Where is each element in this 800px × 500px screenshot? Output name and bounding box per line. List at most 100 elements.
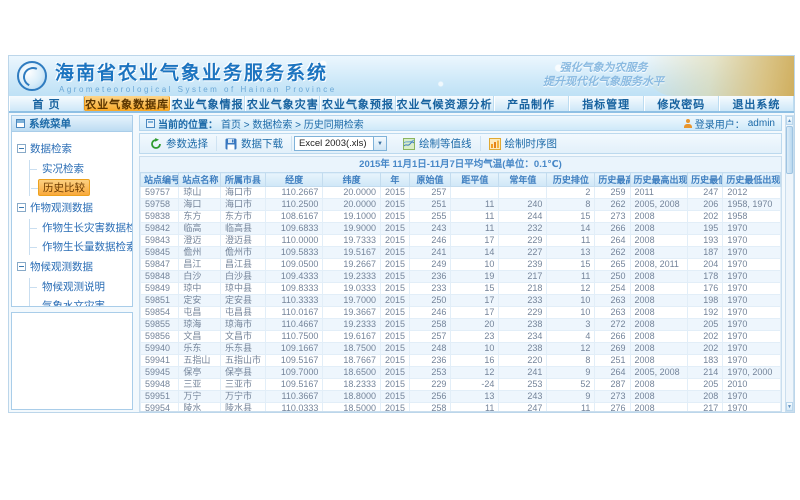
table-row[interactable]: 59838东方东方市108.616719.1000201525511244152… xyxy=(141,211,781,223)
draw-timeseries-button[interactable]: 绘制时序图 xyxy=(481,136,566,151)
column-header[interactable]: 经度 xyxy=(265,173,323,187)
table-cell: 2011 xyxy=(630,187,688,199)
sidebar-group-2[interactable]: 作物观测数据 xyxy=(17,198,129,217)
table-row[interactable]: 59951万宁万宁市110.366718.8000201525613243927… xyxy=(141,391,781,403)
table-cell: 昌江县 xyxy=(220,259,265,271)
table-row[interactable]: 59940乐东乐东县109.166718.7500201524810238122… xyxy=(141,343,781,355)
sidebar-item[interactable]: 作物生长量数据检索 xyxy=(38,238,133,255)
table-cell: 定安县 xyxy=(220,295,265,307)
table-cell: 59854 xyxy=(141,307,179,319)
sidebar-item[interactable]: 作物生长灾害数据检索 xyxy=(38,219,133,236)
column-header[interactable]: 历史最高 xyxy=(595,173,630,187)
nav-item-8[interactable]: 指标管理 xyxy=(569,96,644,111)
table-cell: 263 xyxy=(595,295,630,307)
table-cell: 琼山 xyxy=(179,187,221,199)
table-row[interactable]: 59948三亚三亚市109.516718.23332015229-2425352… xyxy=(141,379,781,391)
table-row[interactable]: 59854屯昌屯昌县110.016719.3667201524617229102… xyxy=(141,307,781,319)
sidebar-item[interactable]: 历史比较 xyxy=(38,179,90,196)
table-row[interactable]: 59941五指山五指山市109.516718.76672015236162208… xyxy=(141,355,781,367)
nav-item-10[interactable]: 退出系统 xyxy=(719,96,794,111)
data-download-button[interactable]: 数据下载 xyxy=(217,136,292,151)
location-icon xyxy=(146,119,155,128)
sidebar-group-1[interactable]: 数据检索 xyxy=(17,139,129,158)
table-cell: 59855 xyxy=(141,319,179,331)
table-cell: 59941 xyxy=(141,355,179,367)
sidebar-item[interactable]: 实况检索 xyxy=(38,160,88,177)
column-header[interactable]: 站点名称 xyxy=(179,173,221,187)
table-cell: 保亭县 xyxy=(220,367,265,379)
table-cell: 287 xyxy=(595,379,630,391)
table-cell: 儋州市 xyxy=(220,247,265,259)
column-header[interactable]: 所属市县 xyxy=(220,173,265,187)
column-header[interactable]: 站点编号 xyxy=(141,173,179,187)
table-cell: 59856 xyxy=(141,331,179,343)
table-cell: 1970 xyxy=(723,247,781,259)
table-row[interactable]: 59842临高临高县109.683319.9000201524311232142… xyxy=(141,223,781,235)
scroll-down-icon[interactable]: ▼ xyxy=(786,402,793,411)
column-header[interactable]: 历史最低 xyxy=(688,173,723,187)
breadcrumb-path[interactable]: 首页 > 数据检索 > 历史同期检索 xyxy=(221,116,364,131)
format-select[interactable]: Excel 2003(.xls) ▼ xyxy=(294,136,387,151)
table-row[interactable]: 59843澄迈澄迈县110.000019.7333201524617229112… xyxy=(141,235,781,247)
user-icon xyxy=(684,119,692,128)
table-row[interactable]: 59849琼中琼中县109.833319.0333201523315218122… xyxy=(141,283,781,295)
nav-item-5[interactable]: 农业气象预报 xyxy=(320,96,395,111)
table-row[interactable]: 59845儋州儋州市109.583319.5167201524114227132… xyxy=(141,247,781,259)
vertical-scrollbar[interactable]: ▲ ▼ xyxy=(785,115,794,412)
app-window: 海南省农业气象业务服务系统 Agrometeorological System … xyxy=(8,55,795,413)
nav-item-1[interactable]: 首 页 xyxy=(9,96,84,111)
sidebar-group-3[interactable]: 物候观测数据 xyxy=(17,257,129,276)
table-cell: 儋州 xyxy=(179,247,221,259)
table-cell: 227 xyxy=(499,247,547,259)
column-header[interactable]: 纬度 xyxy=(323,173,381,187)
collapse-icon[interactable] xyxy=(17,144,26,153)
timeseries-chart-icon xyxy=(489,138,501,150)
column-header[interactable]: 年 xyxy=(380,173,409,187)
table-row[interactable]: 59856文昌文昌市110.750019.6167201525723234426… xyxy=(141,331,781,343)
collapse-icon[interactable] xyxy=(17,203,26,212)
sidebar-item[interactable]: 气象水文灾害 xyxy=(38,297,109,307)
nav-item-3[interactable]: 农业气象情报 xyxy=(170,96,245,111)
table-cell: 1970 xyxy=(723,235,781,247)
table-cell: 214 xyxy=(688,367,723,379)
column-header[interactable]: 距平值 xyxy=(451,173,499,187)
scrollbar-thumb[interactable] xyxy=(786,126,793,174)
table-row[interactable]: 59757琼山海口市110.266720.0000201525722592011… xyxy=(141,187,781,199)
table-row[interactable]: 59851定安定安县110.333319.7000201525017233102… xyxy=(141,295,781,307)
table-cell: 2015 xyxy=(380,283,409,295)
table-cell: 264 xyxy=(595,367,630,379)
table-row[interactable]: 59855琼海琼海市110.466719.2333201525820238327… xyxy=(141,319,781,331)
nav-item-6[interactable]: 农业气候资源分析 xyxy=(396,96,494,111)
column-header[interactable]: 历史最高出现的年份 xyxy=(630,173,688,187)
nav-item-7[interactable]: 产品制作 xyxy=(494,96,569,111)
app-title: 海南省农业气象业务服务系统 xyxy=(55,58,337,85)
table-cell: 109.4333 xyxy=(265,271,323,283)
draw-contour-button[interactable]: 绘制等值线 xyxy=(395,136,481,151)
table-row[interactable]: 59954陵水陵水县110.033318.5000201525811247112… xyxy=(141,403,781,413)
sidebar-item[interactable]: 物候观测说明 xyxy=(38,278,109,295)
column-header[interactable]: 原始值 xyxy=(409,173,451,187)
table-row[interactable]: 59847昌江昌江县109.050019.2667201524910239152… xyxy=(141,259,781,271)
app-banner: 海南省农业气象业务服务系统 Agrometeorological System … xyxy=(9,56,794,96)
table-row[interactable]: 59848白沙白沙县109.433319.2333201523619217112… xyxy=(141,271,781,283)
table-cell: 233 xyxy=(499,295,547,307)
nav-item-4[interactable]: 农业气象灾害 xyxy=(245,96,320,111)
column-header[interactable]: 历史排位 xyxy=(547,173,595,187)
table-cell: 1970 xyxy=(723,259,781,271)
table-cell: 109.5167 xyxy=(265,379,323,391)
table-cell: 2008 xyxy=(630,331,688,343)
column-header[interactable]: 历史最低出现的年份 xyxy=(723,173,781,187)
table-row[interactable]: 59758海口海口市110.250020.0000201525111240826… xyxy=(141,199,781,211)
collapse-icon[interactable] xyxy=(17,262,26,271)
table-row[interactable]: 59945保亭保亭县109.700018.6500201525312241926… xyxy=(141,367,781,379)
nav-item-9[interactable]: 修改密码 xyxy=(644,96,719,111)
column-header[interactable]: 常年值 xyxy=(499,173,547,187)
scroll-up-icon[interactable]: ▲ xyxy=(786,116,793,125)
params-select-button[interactable]: 参数选择 xyxy=(142,136,217,151)
chevron-down-icon[interactable]: ▼ xyxy=(373,137,386,150)
table-cell: 232 xyxy=(499,223,547,235)
table-cell: 247 xyxy=(688,187,723,199)
nav-item-2[interactable]: 农业气象数据库 xyxy=(84,96,170,111)
table-cell: 262 xyxy=(595,199,630,211)
table-cell: 1970, 2000 xyxy=(723,367,781,379)
